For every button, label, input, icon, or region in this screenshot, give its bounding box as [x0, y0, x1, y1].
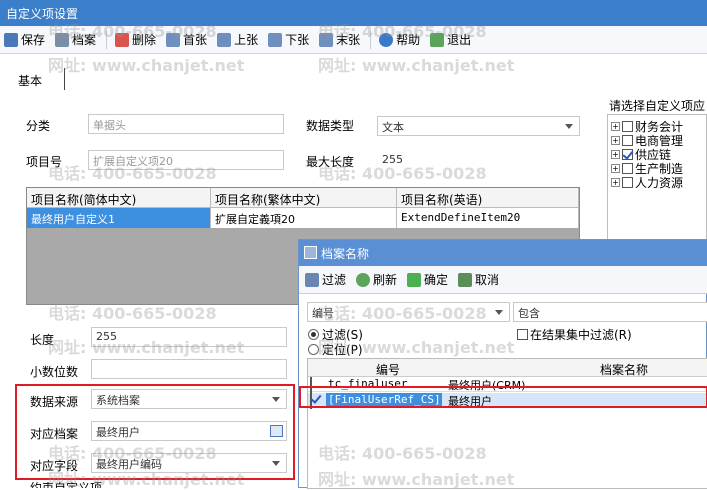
filter-button[interactable]: 过滤: [305, 271, 346, 288]
chevron-down-icon: [565, 124, 573, 129]
tree-checkbox[interactable]: [622, 177, 633, 188]
ok-button[interactable]: 确定: [407, 271, 448, 288]
expand-icon[interactable]: +: [611, 122, 620, 131]
decimals-label: 小数位数: [30, 365, 79, 379]
datatype-select[interactable]: 文本: [377, 116, 580, 136]
watermark-phone: 电话: 400-665-0028: [318, 22, 487, 41]
dialog-toolbar: 过滤 刷新 确定 取消: [299, 266, 707, 294]
grid-header-english[interactable]: 项目名称(英语): [397, 188, 579, 208]
datatype-label: 数据类型: [306, 119, 355, 133]
save-button[interactable]: 保存: [4, 31, 45, 48]
datatype-value: 文本: [382, 121, 404, 134]
tree-checkbox-checked[interactable]: [622, 149, 633, 160]
list-header: 编号 档案名称: [308, 359, 707, 377]
watermark-site: 网址: www.chanjet.net: [318, 56, 515, 75]
dialog-title: 档案名称: [299, 240, 707, 266]
watermark-phone: 电话: 400-665-0028: [48, 164, 217, 183]
chevron-down-icon: [272, 461, 280, 466]
chevron-down-icon: [495, 310, 503, 315]
expand-icon[interactable]: +: [611, 136, 620, 145]
col-code-header[interactable]: 编号: [376, 361, 400, 378]
grid-cell-english[interactable]: ExtendDefineItem20: [397, 208, 579, 228]
tree-item[interactable]: + 人力资源: [611, 174, 683, 191]
prev-button[interactable]: 上张: [217, 31, 258, 48]
category-field[interactable]: 单据头: [88, 114, 284, 134]
filter-in-results-checkbox[interactable]: [517, 329, 528, 340]
watermark-phone: 电话: 400-665-0028: [48, 444, 217, 463]
filter-operator-select[interactable]: 包含: [513, 302, 707, 322]
watermark-phone: 电话: 400-665-0028: [318, 164, 487, 183]
tab-basic[interactable]: 基本: [18, 72, 42, 89]
refresh-icon: [356, 272, 371, 287]
category-label: 分类: [26, 119, 51, 133]
watermark-site: 网址: www.chanjet.net: [48, 470, 245, 489]
tree-checkbox[interactable]: [622, 121, 633, 132]
cancel-icon: [458, 272, 473, 287]
window-icon: [304, 246, 317, 259]
source-select[interactable]: 系统档案: [91, 389, 287, 409]
watermark-phone: 电话: 400-665-0028: [48, 304, 217, 323]
watermark-site: 网址: www.chanjet.net: [48, 338, 245, 357]
next-icon: [268, 32, 283, 47]
save-icon: [4, 32, 18, 47]
filter-in-results[interactable]: 在结果集中过滤(R): [517, 326, 632, 343]
grid-cell-simplified[interactable]: 最终用户自定义1: [27, 208, 211, 228]
chevron-down-icon: [272, 397, 280, 402]
lookup-icon[interactable]: [270, 425, 283, 437]
check-icon: [407, 272, 422, 287]
watermark-site: 网址: www.chanjet.net: [48, 56, 245, 75]
watermark-site: 网址: www.chanjet.net: [318, 338, 515, 357]
tree-checkbox[interactable]: [622, 135, 633, 146]
grid-cell-traditional[interactable]: 扩展自定義項20: [211, 208, 397, 228]
grid-header-simplified[interactable]: 项目名称(简体中文): [27, 188, 211, 208]
archive-ref-field[interactable]: 最终用户: [91, 421, 287, 441]
expand-icon[interactable]: +: [611, 164, 620, 173]
archive-value: 最终用户: [96, 426, 140, 439]
source-label: 数据来源: [30, 395, 79, 409]
grid-header-traditional[interactable]: 项目名称(繁体中文): [211, 188, 397, 208]
decimals-field[interactable]: [91, 359, 287, 379]
watermark-site: 网址: www.chanjet.net: [318, 470, 515, 489]
tree-checkbox[interactable]: [622, 163, 633, 174]
tree-title: 请选择自定义项应: [609, 99, 706, 113]
filter-icon: [305, 272, 319, 287]
highlight-box: [299, 386, 707, 408]
col-name-header[interactable]: 档案名称: [600, 361, 648, 378]
watermark-phone: 电话: 400-665-0028: [318, 304, 487, 323]
watermark-phone: 电话: 400-665-0028: [48, 22, 217, 41]
expand-icon[interactable]: +: [611, 178, 620, 187]
refresh-button[interactable]: 刷新: [356, 271, 397, 288]
cancel-button[interactable]: 取消: [458, 271, 499, 288]
expand-icon[interactable]: +: [611, 150, 620, 159]
next-button[interactable]: 下张: [268, 31, 309, 48]
watermark-phone: 电话: 400-665-0028: [318, 444, 487, 463]
prev-icon: [217, 32, 232, 47]
source-value: 系统档案: [96, 394, 140, 407]
